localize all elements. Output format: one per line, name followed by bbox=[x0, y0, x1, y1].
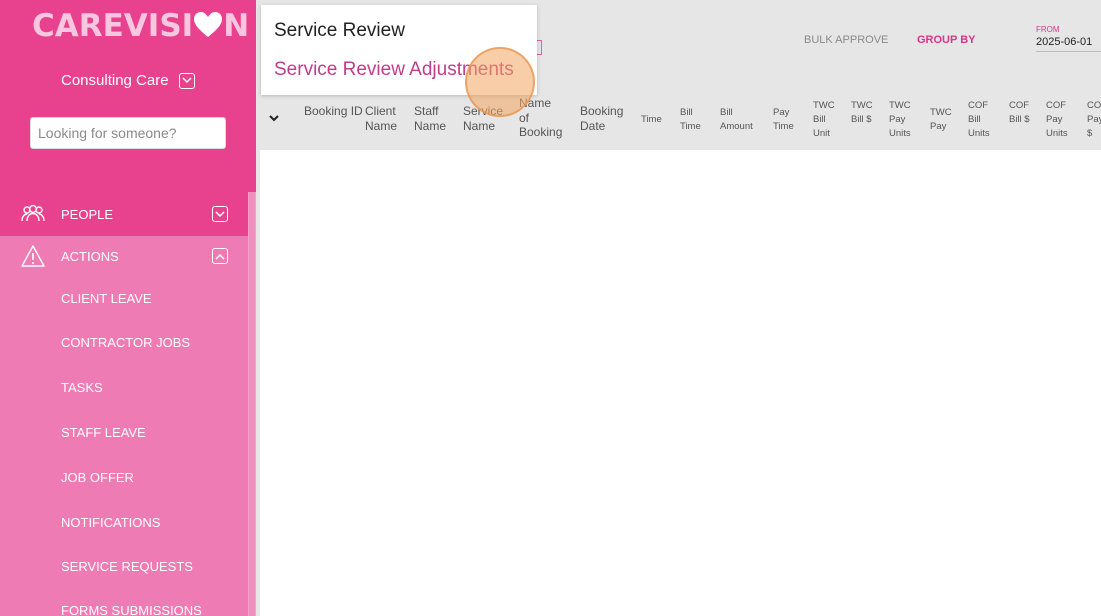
org-selector[interactable]: Consulting Care bbox=[61, 72, 195, 89]
sidebar: CAREVISI N Consulting Care PEOPLE ACTIONS bbox=[0, 0, 256, 616]
sidebar-subitem-forms-submissions[interactable]: FORMS SUBMISSIONS bbox=[61, 603, 202, 616]
warning-icon bbox=[21, 245, 45, 267]
sidebar-subitem-notifications[interactable]: NOTIFICATIONS bbox=[61, 515, 160, 530]
logo-text-suffix: N bbox=[223, 8, 250, 44]
sidebar-subitem-job-offer[interactable]: JOB OFFER bbox=[61, 470, 134, 485]
column-header-twc-pay[interactable]: TWC Pay bbox=[930, 106, 954, 134]
content-left-border bbox=[256, 150, 260, 616]
sidebar-item-label: ACTIONS bbox=[61, 248, 119, 264]
sidebar-subitem-service-requests[interactable]: SERVICE REQUESTS bbox=[61, 559, 193, 574]
heart-icon bbox=[194, 12, 223, 37]
sidebar-item-actions[interactable]: ACTIONS bbox=[0, 236, 248, 276]
column-header-service-name[interactable]: Service Name bbox=[463, 104, 507, 133]
sidebar-subitem-tasks[interactable]: TASKS bbox=[61, 380, 103, 395]
column-header-twc-bill-dollar[interactable]: TWC Bill $ bbox=[851, 99, 873, 127]
chevron-up-icon[interactable] bbox=[212, 248, 228, 264]
column-header-twc-pay-units[interactable]: TWC Pay Units bbox=[889, 99, 915, 140]
column-header-time[interactable]: Time bbox=[641, 113, 662, 127]
menu-item-service-review-adjustments[interactable]: Service Review Adjustments bbox=[274, 59, 514, 81]
column-header-bill-time[interactable]: Bill Time bbox=[680, 106, 704, 134]
column-header-booking-date[interactable]: Booking Date bbox=[580, 104, 624, 133]
from-date-label: FROM bbox=[1036, 25, 1060, 34]
sidebar-scrollbar-thumb[interactable] bbox=[249, 192, 255, 616]
chevron-down-icon[interactable] bbox=[178, 72, 195, 89]
sidebar-subitem-client-leave[interactable]: CLIENT LEAVE bbox=[61, 291, 152, 306]
logo-text-prefix: CAREVISI bbox=[32, 8, 194, 44]
column-header-cof-pay-dollar-text: COF Pay $ bbox=[1087, 100, 1101, 139]
sidebar-subitem-contractor-jobs[interactable]: CONTRACTOR JOBS bbox=[61, 335, 190, 350]
column-header-name-of-booking[interactable]: Name of Booking bbox=[519, 96, 563, 140]
column-header-booking-id[interactable]: Booking ID bbox=[304, 104, 363, 119]
sidebar-item-people[interactable]: PEOPLE bbox=[0, 194, 248, 234]
menu-item-service-review[interactable]: Service Review bbox=[274, 20, 405, 42]
people-icon bbox=[21, 204, 45, 222]
column-header-cof-pay-dollar[interactable]: COF Pay $ bbox=[1087, 99, 1101, 140]
sidebar-item-label: PEOPLE bbox=[61, 206, 114, 222]
column-header-twc-bill-unit[interactable]: TWC Bill Unit bbox=[813, 99, 835, 140]
column-header-bill-amount[interactable]: Bill Amount bbox=[720, 106, 758, 134]
bulk-approve-button[interactable]: BULK APPROVE bbox=[804, 34, 888, 46]
column-header-pay-time[interactable]: Pay Time bbox=[773, 106, 799, 134]
carevision-logo[interactable]: CAREVISI N bbox=[32, 8, 249, 44]
search-input[interactable] bbox=[30, 117, 226, 149]
view-dropdown-menu: Service Review Service Review Adjustment… bbox=[261, 5, 537, 95]
chevron-down-icon[interactable] bbox=[212, 206, 228, 222]
column-header-client-name[interactable]: Client Name bbox=[365, 104, 401, 133]
column-header-staff-name[interactable]: Staff Name bbox=[414, 104, 450, 133]
sidebar-subitem-staff-leave[interactable]: STAFF LEAVE bbox=[61, 425, 146, 440]
column-header-cof-bill-dollar[interactable]: COF Bill $ bbox=[1009, 99, 1031, 127]
column-header-cof-bill-units[interactable]: COF Bill Units bbox=[968, 99, 994, 140]
from-date-input[interactable]: 2025-06-01 bbox=[1036, 36, 1101, 52]
column-header-cof-pay-units[interactable]: COF Pay Units bbox=[1046, 99, 1072, 140]
expand-all-chevron-icon[interactable] bbox=[268, 114, 280, 124]
org-name: Consulting Care bbox=[61, 72, 169, 89]
group-by-button[interactable]: GROUP BY bbox=[917, 34, 975, 46]
